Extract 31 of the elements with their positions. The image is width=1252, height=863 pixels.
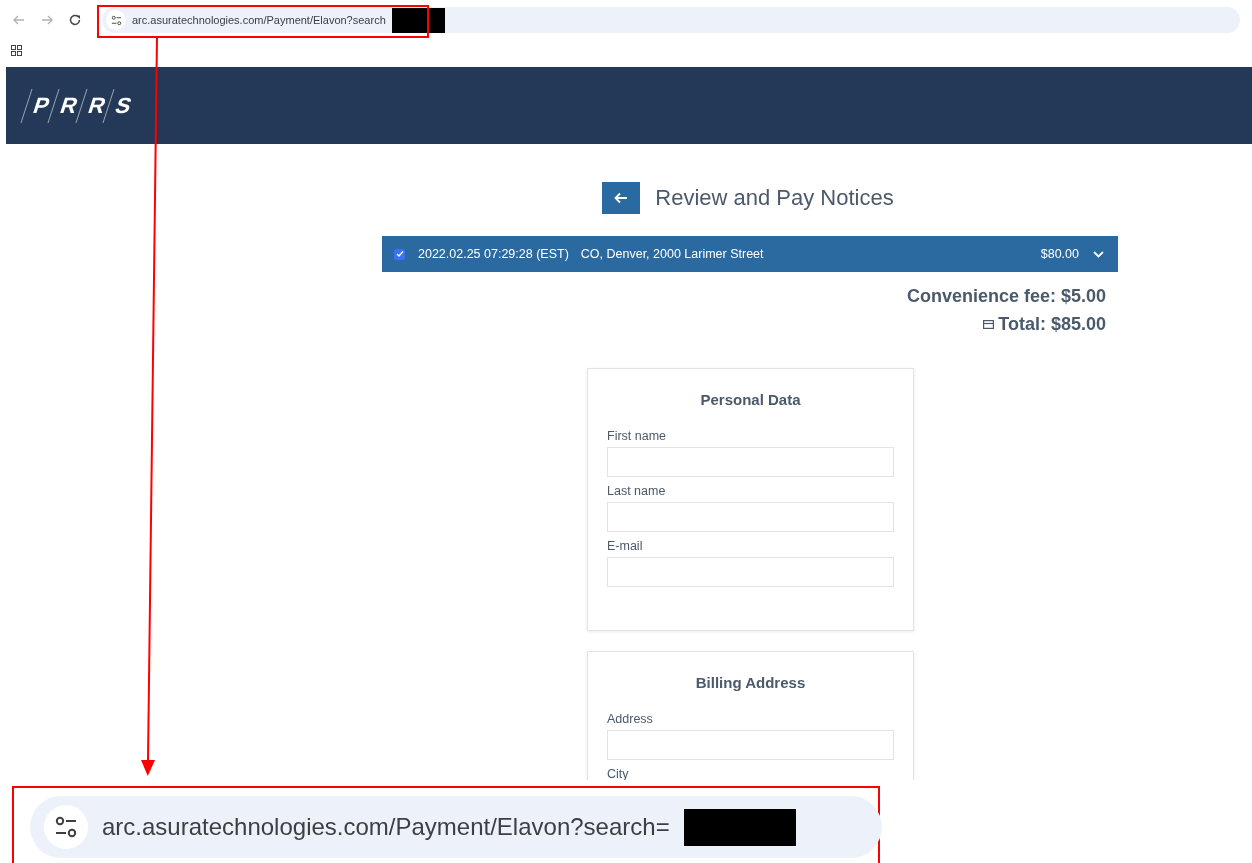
text-field[interactable] <box>607 502 894 532</box>
url-text: arc.asuratechnologies.com/Payment/Elavon?search <box>132 14 386 26</box>
checkbox[interactable] <box>394 248 405 260</box>
apps-grid-icon[interactable] <box>11 44 22 56</box>
field-label: Address <box>607 711 654 728</box>
field-label: E-mail <box>607 538 644 555</box>
site-settings-icon[interactable] <box>54 815 78 839</box>
redaction-block <box>391 7 445 33</box>
convenience-fee: Convenience fee: $5.00 <box>906 285 1106 308</box>
text-field[interactable] <box>607 447 894 477</box>
field-label: First name <box>607 428 668 445</box>
notice-amount: $80.00 <box>1040 247 1079 261</box>
chevron-down-icon[interactable] <box>1093 250 1104 258</box>
notice-location: CO, Denver, 2000 Larimer Street <box>580 247 765 261</box>
field-label: Last name <box>607 483 667 500</box>
notice-datetime: 2022.02.25 07:29:28 (EST) <box>418 247 569 261</box>
total-amount: Total: $85.00 <box>998 313 1106 336</box>
back-button[interactable] <box>602 182 641 214</box>
address-bar[interactable]: arc.asuratechnologies.com/Payment/Elavon?search <box>102 7 1240 33</box>
card-title: Personal Data <box>699 390 802 410</box>
text-field[interactable] <box>607 557 894 587</box>
field-label: City <box>607 766 630 780</box>
address-bar[interactable]: arc.asuratechnologies.com/Payment/Elavon?search= <box>30 796 882 858</box>
text-field[interactable] <box>607 730 894 760</box>
notice-row[interactable]: 2022.02.25 07:29:28 (EST) CO, Denver, 2000 Larimer Street $80.00 <box>382 236 1118 272</box>
card-title: Billing Address <box>694 673 807 693</box>
arrow-left-icon <box>614 192 629 204</box>
page-title: Review and Pay Notices <box>655 185 894 211</box>
card-icon <box>983 319 995 329</box>
url-text: arc.asuratechnologies.com/Payment/Elavon?search= <box>102 813 670 841</box>
site-settings-icon[interactable] <box>110 14 122 26</box>
